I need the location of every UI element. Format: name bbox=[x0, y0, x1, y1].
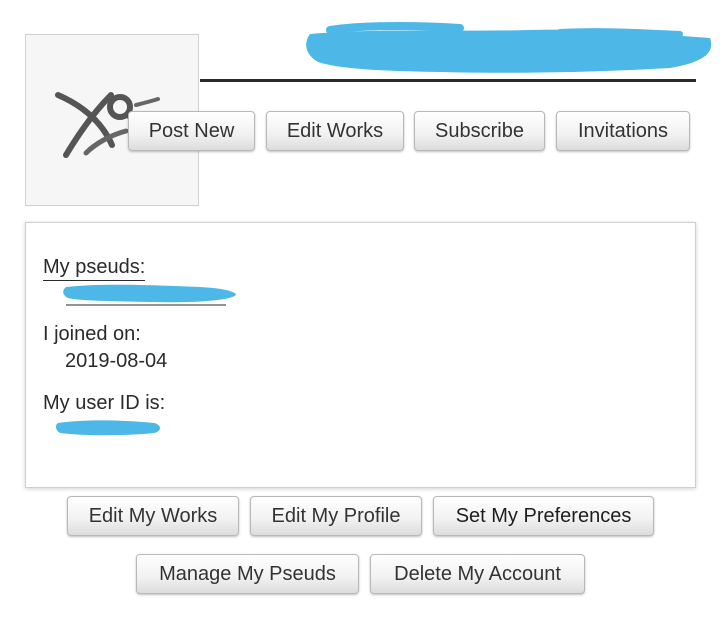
edit-my-profile-button[interactable]: Edit My Profile bbox=[250, 496, 422, 536]
username-redaction bbox=[306, 22, 712, 73]
delete-my-account-button[interactable]: Delete My Account bbox=[370, 554, 585, 594]
joined-date: 2019-08-04 bbox=[65, 350, 168, 372]
profile-summary-panel: My pseuds: I joined on: 2019-08-04 My us… bbox=[25, 222, 696, 488]
subscribe-button[interactable]: Subscribe bbox=[414, 111, 545, 151]
user-id-redaction bbox=[55, 420, 161, 436]
edit-my-works-button[interactable]: Edit My Works bbox=[67, 496, 239, 536]
username-heading bbox=[200, 22, 712, 82]
joined-label: I joined on: bbox=[43, 323, 141, 345]
post-new-button[interactable]: Post New bbox=[128, 111, 255, 151]
manage-my-pseuds-button[interactable]: Manage My Pseuds bbox=[136, 554, 359, 594]
set-my-preferences-button[interactable]: Set My Preferences bbox=[433, 496, 654, 536]
user-id-label: My user ID is: bbox=[43, 392, 166, 414]
user-dashboard: Post New Edit Works Subscribe Invitation… bbox=[0, 0, 720, 625]
pseuds-label: My pseuds: bbox=[43, 255, 146, 281]
invitations-button[interactable]: Invitations bbox=[556, 111, 690, 151]
edit-works-button[interactable]: Edit Works bbox=[266, 111, 404, 151]
pseud-redaction bbox=[63, 284, 236, 306]
